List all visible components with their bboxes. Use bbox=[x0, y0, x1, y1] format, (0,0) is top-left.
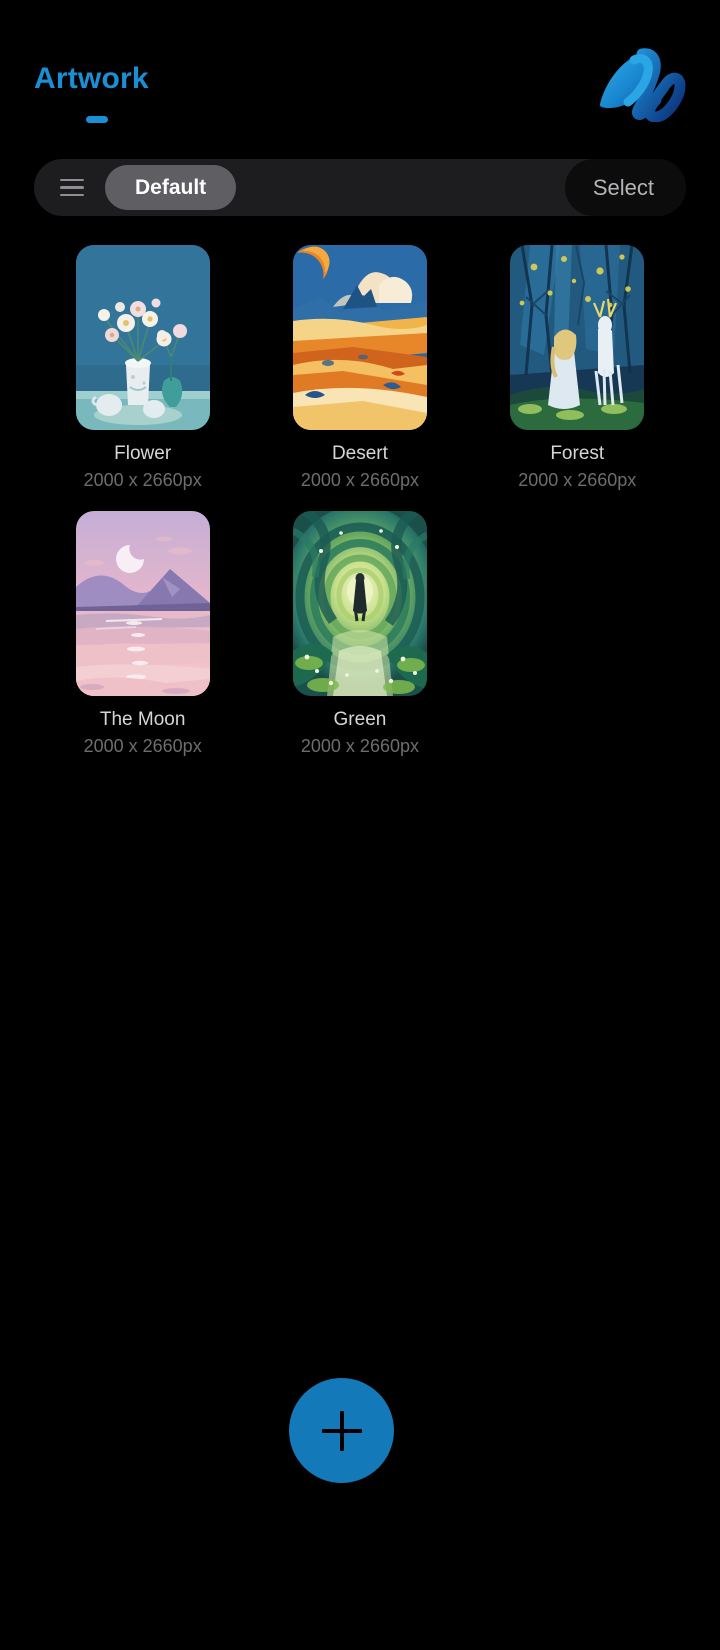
artwork-dimensions: 2000 x 2660px bbox=[300, 469, 419, 490]
title-underline-accent bbox=[86, 116, 108, 123]
hamburger-line bbox=[60, 186, 84, 189]
gallery-toolbar: Default Select bbox=[34, 159, 686, 216]
artwork-title: The Moon bbox=[99, 708, 186, 730]
artwork-dimensions: 2000 x 2660px bbox=[83, 469, 202, 490]
artwork-dimensions: 2000 x 2660px bbox=[518, 469, 637, 490]
artwork-title: Green bbox=[333, 708, 387, 730]
artwork-thumb-the-moon[interactable] bbox=[75, 510, 210, 696]
artwork-thumb-flower[interactable] bbox=[75, 245, 210, 430]
add-artwork-fab[interactable] bbox=[289, 1378, 394, 1483]
header: Artwork bbox=[0, 0, 720, 150]
artwork-card[interactable]: Desert 2000 x 2660px bbox=[251, 245, 468, 491]
artwork-title: Forest bbox=[550, 443, 605, 464]
artwork-card[interactable]: Green 2000 x 2660px bbox=[251, 510, 468, 757]
hamburger-menu-icon[interactable] bbox=[44, 159, 100, 216]
artwork-thumb-green[interactable] bbox=[292, 510, 427, 696]
artwork-grid: Flower 2000 x 2660px Desert 2000 x 2660p… bbox=[34, 245, 686, 776]
select-button[interactable]: Select bbox=[564, 159, 686, 216]
artwork-thumb-desert[interactable] bbox=[292, 245, 427, 430]
page-title: Artwork bbox=[34, 62, 149, 95]
artwork-thumb-forest[interactable] bbox=[510, 245, 645, 430]
preset-tab-default[interactable]: Default bbox=[105, 165, 237, 210]
app-screen: Artwork Default Select Flower 2000 x 266… bbox=[0, 0, 720, 1650]
brand-m-logo bbox=[590, 46, 686, 123]
plus-icon bbox=[321, 1410, 362, 1451]
artwork-title: Flower bbox=[114, 443, 172, 464]
artwork-card[interactable]: The Moon 2000 x 2660px bbox=[34, 510, 251, 757]
hamburger-line bbox=[60, 193, 84, 197]
hamburger-line bbox=[60, 178, 84, 182]
artwork-card[interactable]: Forest 2000 x 2660px bbox=[469, 245, 686, 491]
artwork-dimensions: 2000 x 2660px bbox=[83, 735, 202, 756]
artwork-dimensions: 2000 x 2660px bbox=[300, 735, 419, 756]
artwork-title: Desert bbox=[331, 443, 388, 464]
artwork-card[interactable]: Flower 2000 x 2660px bbox=[34, 245, 251, 491]
